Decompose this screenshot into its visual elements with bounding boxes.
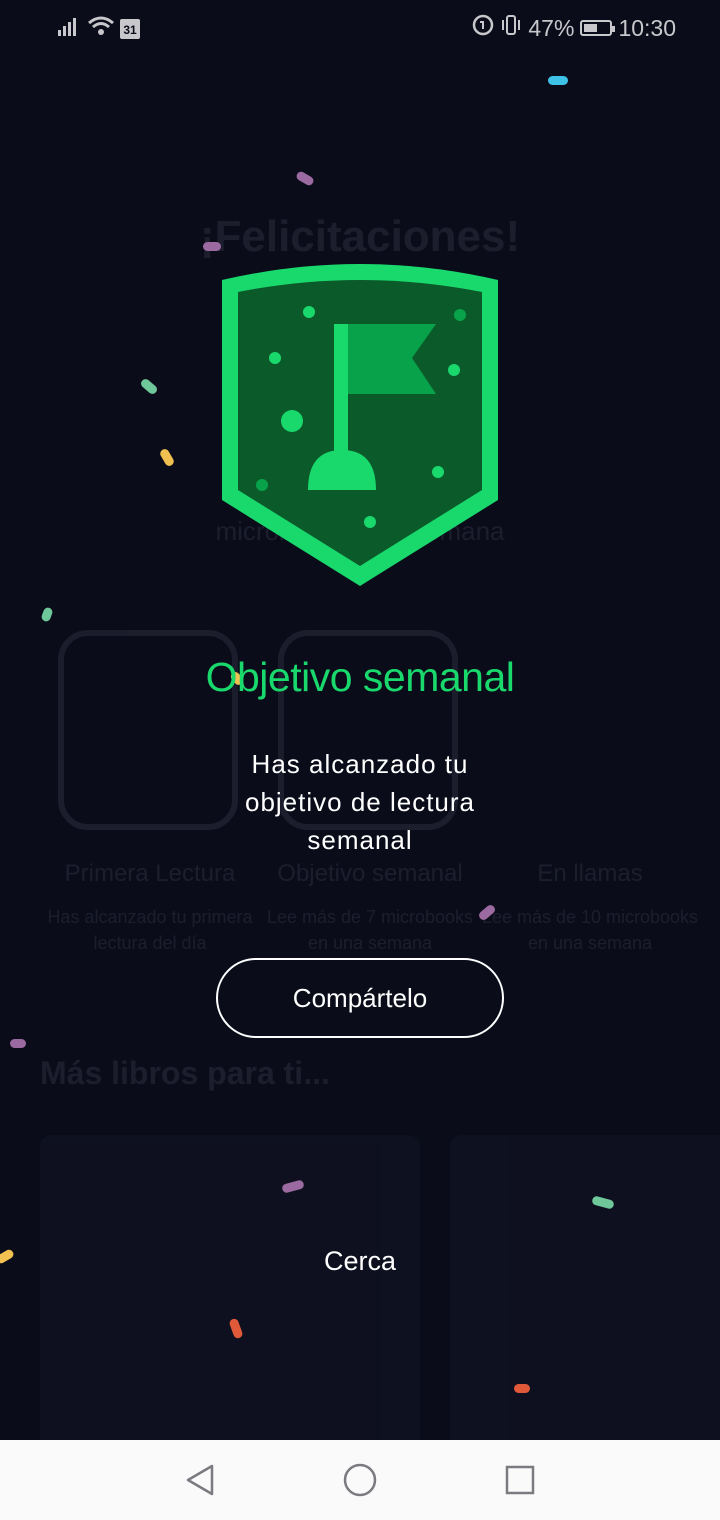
recents-icon[interactable]	[500, 1460, 540, 1500]
achievement-title: Objetivo semanal	[205, 654, 515, 700]
confetti-piece	[10, 1039, 26, 1048]
bg-card-weekly: Objetivo semanal Lee más de 7 microbooks…	[260, 860, 480, 956]
close-button[interactable]: Cerca	[0, 1246, 720, 1277]
bg-title: ¡Felicitaciones!	[199, 212, 521, 261]
bg-card-desc: Has alcanzado tu primera lectura del día	[47, 907, 253, 953]
achievement-description: Has alcanzado tu objetivo de lectura sem…	[244, 749, 476, 855]
bg-card-title: Primera Lectura	[64, 860, 236, 887]
confetti-piece	[514, 1384, 530, 1393]
bg-card-desc: Lee más de 10 microbooks en una semana	[481, 907, 699, 953]
bg-more-books: Más libros para ti...	[40, 1055, 330, 1091]
bg-card-on-fire: En llamas Lee más de 10 microbooks en un…	[480, 860, 700, 956]
bg-card-title: Objetivo semanal	[277, 860, 463, 887]
system-nav-bar	[0, 1440, 720, 1520]
flag-shield-icon	[218, 258, 502, 588]
bg-card-first-read: Primera Lectura Has alcanzado tu primera…	[40, 860, 260, 956]
bg-book-card	[40, 1135, 420, 1465]
share-button[interactable]: Compártelo	[216, 958, 504, 1038]
home-icon[interactable]	[340, 1460, 380, 1500]
bg-book-card	[450, 1135, 720, 1465]
bg-card-title: En llamas	[537, 860, 643, 887]
back-icon[interactable]	[180, 1460, 220, 1500]
confetti-piece	[548, 76, 568, 85]
bg-card-desc: Lee más de 7 microbooks en una semana	[266, 907, 474, 953]
confetti-piece	[203, 242, 221, 251]
